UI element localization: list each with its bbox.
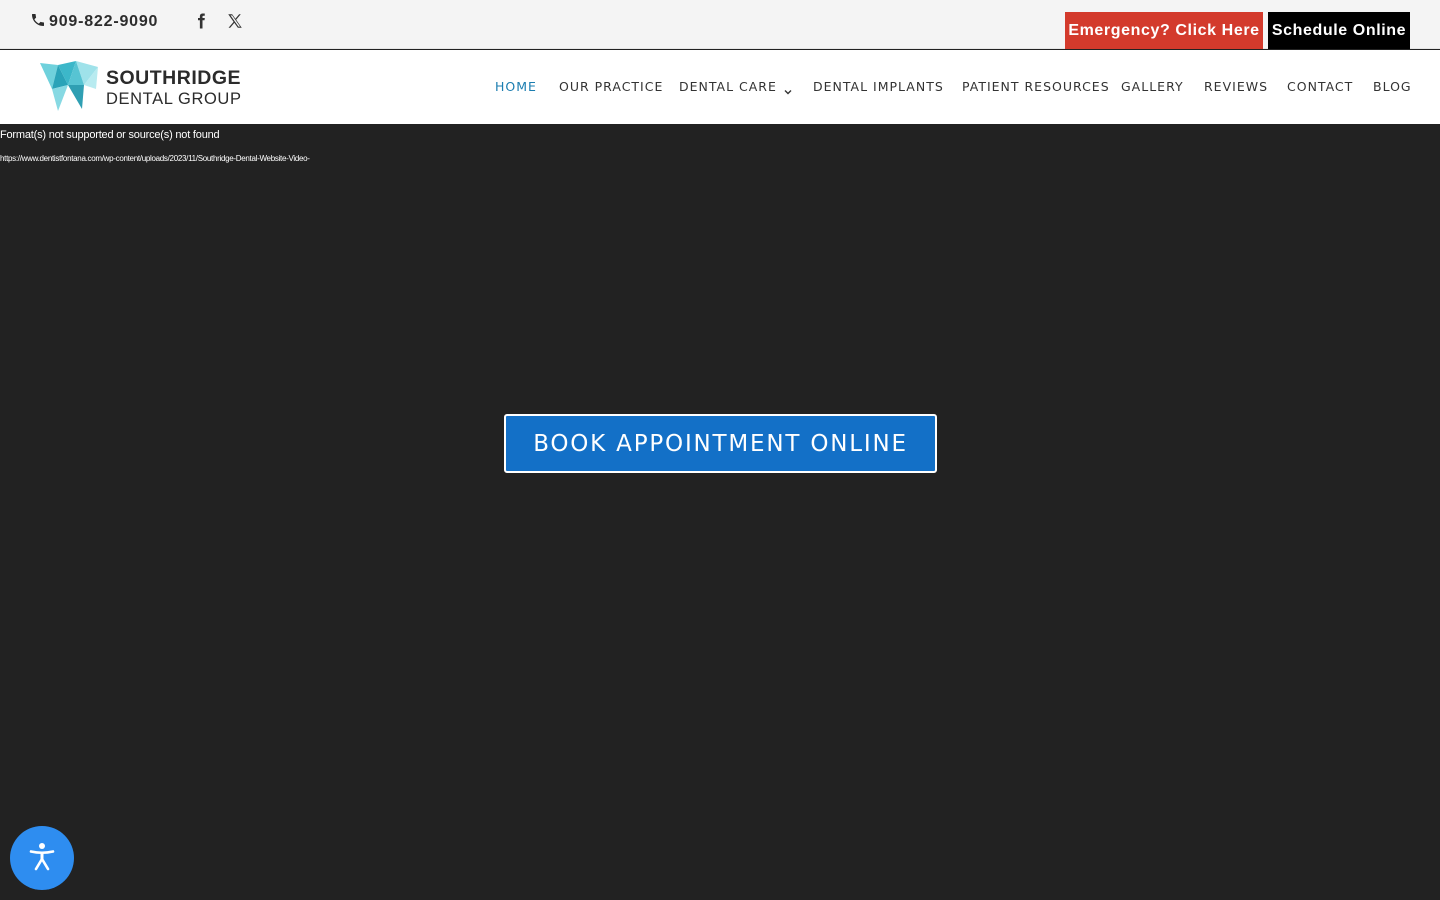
video-source-link[interactable]: https://www.dentistfontana.com/wp-conten… [0, 154, 310, 163]
video-error-message: Format(s) not supported or source(s) not… [0, 129, 220, 141]
nav-contact[interactable]: CONTACT [1287, 77, 1353, 97]
nav-patient-resources[interactable]: PATIENT RESOURCES [962, 77, 1110, 97]
nav-blog[interactable]: BLOG [1373, 77, 1412, 97]
emergency-button[interactable]: Emergency? Click Here [1065, 12, 1263, 49]
chevron-down-icon [783, 83, 793, 94]
logo-line1: SOUTHRIDGE [106, 67, 242, 89]
nav-gallery[interactable]: GALLERY [1121, 77, 1184, 97]
accessibility-icon [28, 842, 56, 875]
nav-home[interactable]: HOME [495, 77, 537, 97]
phone-number: 909-822-9090 [49, 13, 159, 30]
nav-dental-care-label: DENTAL CARE [679, 79, 777, 94]
tooth-logo-icon [38, 59, 100, 118]
phone-link[interactable]: 909-822-9090 [30, 11, 158, 33]
accessibility-button[interactable] [10, 826, 74, 890]
logo-line2: DENTAL GROUP [106, 89, 242, 108]
nav-dental-implants[interactable]: DENTAL IMPLANTS [813, 77, 944, 97]
phone-icon [30, 12, 46, 33]
x-twitter-icon[interactable] [224, 10, 246, 32]
facebook-icon[interactable] [190, 10, 212, 32]
hero-video-section: Format(s) not supported or source(s) not… [0, 124, 1440, 900]
top-bar: 909-822-9090 Emergency? Click Here Sched… [0, 0, 1440, 49]
book-appointment-button[interactable]: BOOK APPOINTMENT ONLINE [504, 414, 937, 473]
site-logo[interactable]: SOUTHRIDGE DENTAL GROUP [38, 60, 242, 114]
nav-our-practice[interactable]: OUR PRACTICE [559, 77, 663, 97]
schedule-online-button[interactable]: Schedule Online [1268, 12, 1410, 49]
logo-text: SOUTHRIDGE DENTAL GROUP [106, 67, 242, 108]
nav-reviews[interactable]: REVIEWS [1204, 77, 1268, 97]
nav-dental-care[interactable]: DENTAL CARE [679, 77, 793, 97]
site-header: SOUTHRIDGE DENTAL GROUP HOME OUR PRACTIC… [0, 50, 1440, 124]
